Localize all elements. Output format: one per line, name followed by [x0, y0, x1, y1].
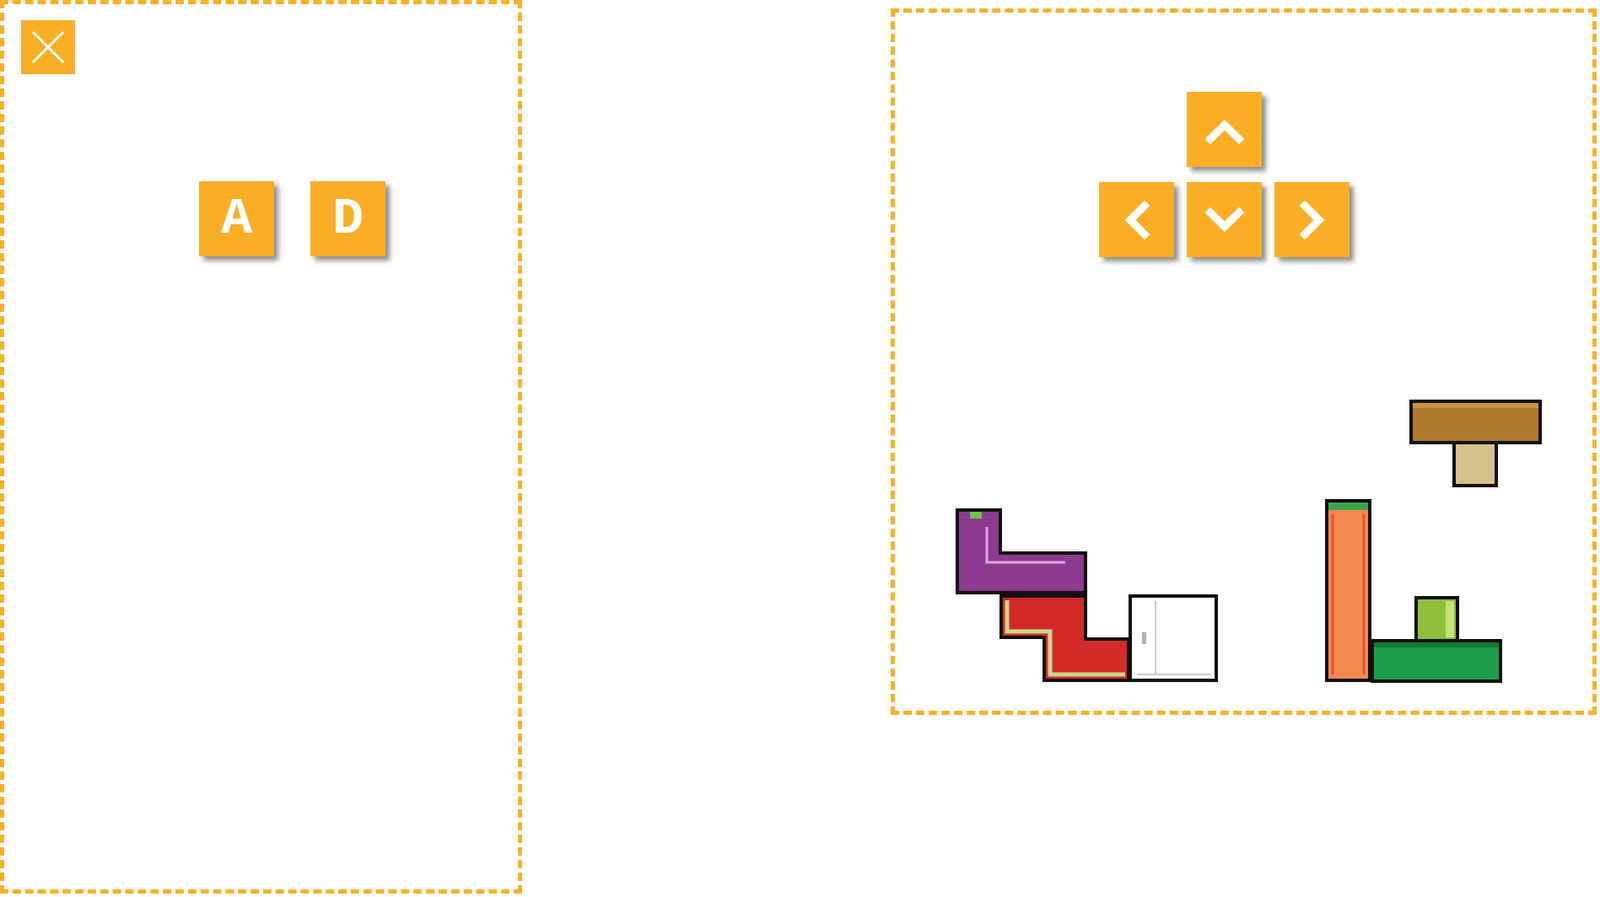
up-arrow-icon	[1203, 108, 1246, 151]
watermelon-piece-icon	[1001, 596, 1129, 681]
right-controls-panel	[890, 8, 1597, 716]
left-controls-panel: AD	[0, 0, 523, 895]
down-arrow-icon	[1203, 199, 1246, 242]
key-label: D	[332, 193, 364, 246]
left-key[interactable]	[1098, 182, 1175, 258]
food-pieces	[894, 12, 1593, 712]
table-piece-icon	[1411, 401, 1541, 486]
fridge-piece-icon	[1130, 596, 1217, 681]
up-key[interactable]	[1186, 91, 1262, 168]
close-icon	[29, 28, 67, 66]
right-arrow-icon	[1291, 199, 1334, 242]
eggplant-piece-icon	[957, 510, 1086, 593]
key-row: AD	[199, 181, 518, 257]
green-piece-icon	[1372, 597, 1501, 682]
arrow-keys	[1098, 91, 1350, 258]
key-label: A	[220, 193, 253, 246]
keyboard-key[interactable]: D	[310, 181, 386, 257]
left-arrow-icon	[1115, 199, 1159, 242]
close-button[interactable]	[21, 20, 76, 75]
keyboard-key[interactable]: A	[199, 181, 275, 257]
carrot-piece-icon	[1326, 501, 1370, 681]
down-key[interactable]	[1186, 182, 1262, 258]
right-key[interactable]	[1274, 182, 1350, 258]
